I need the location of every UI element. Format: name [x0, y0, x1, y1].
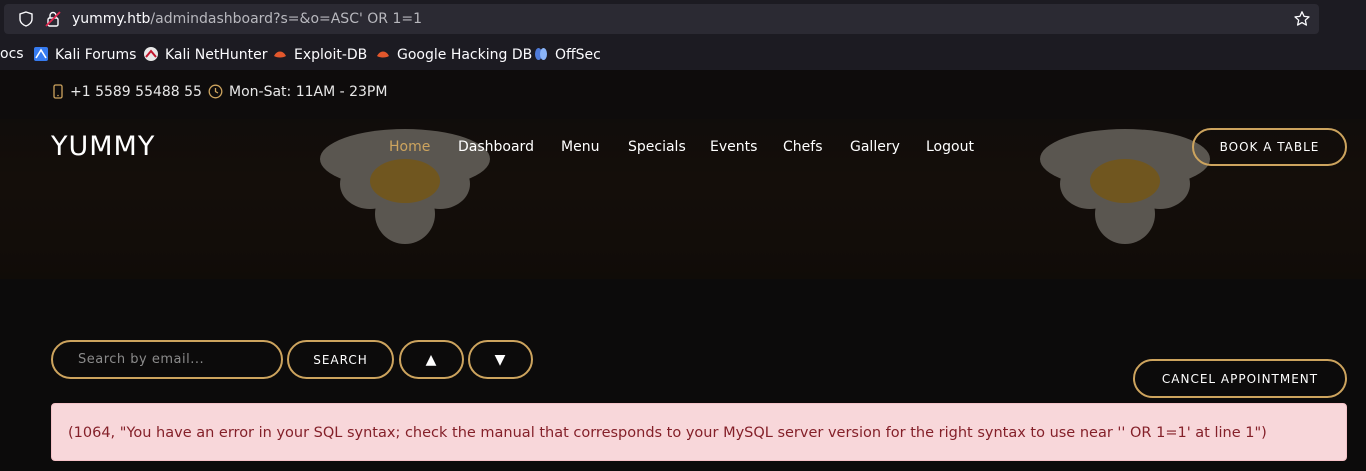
top-info-bar: +1 5589 55488 55 Mon-Sat: 11AM - 23PM [0, 70, 1366, 119]
bookmark-label: Kali NetHunter [165, 47, 268, 63]
nav-home[interactable]: Home [389, 139, 430, 155]
site-logo[interactable]: YUMMY [51, 131, 155, 162]
bookmark-offsec[interactable]: OffSec [533, 46, 601, 63]
bookmark-kali-nethunter[interactable]: Kali NetHunter [143, 46, 267, 63]
kali-forums-icon [34, 47, 48, 61]
sort-descending-button[interactable]: ▼ [468, 340, 533, 379]
exploit-db-icon [274, 51, 286, 58]
bookmark-label: OffSec [555, 47, 601, 63]
address-bar[interactable]: yummy.htb/admindashboard?s=&o=ASC' OR 1=… [4, 4, 1319, 34]
nav-gallery[interactable]: Gallery [850, 139, 900, 155]
sort-ascending-button[interactable]: ▲ [399, 340, 464, 379]
nethunter-icon [144, 47, 158, 61]
url-text[interactable]: yummy.htb/admindashboard?s=&o=ASC' OR 1=… [72, 10, 422, 28]
nav-menu[interactable]: Menu [561, 139, 599, 155]
bookmarks-bar: ocs Kali Forums Kali NetHunter Exploit-D… [0, 38, 1366, 70]
nav-specials[interactable]: Specials [628, 139, 686, 155]
bookmark-star-icon[interactable] [1293, 10, 1311, 28]
insecure-lock-icon[interactable] [44, 10, 62, 28]
url-path: /admindashboard?s=&o=ASC' OR 1=1 [150, 11, 423, 27]
bookmark-label: Google Hacking DB [397, 47, 533, 63]
hours-info: Mon-Sat: 11AM - 23PM [208, 84, 387, 100]
nav-events[interactable]: Events [710, 139, 757, 155]
bookmark-kali-forums[interactable]: Kali Forums [33, 46, 136, 63]
bookmark-label: Exploit-DB [294, 47, 368, 63]
bookmark-exploit-db[interactable]: Exploit-DB [272, 46, 367, 63]
phone-number: +1 5589 55488 55 [70, 84, 202, 100]
url-host: yummy.htb [72, 11, 151, 27]
search-email-input[interactable] [51, 340, 283, 379]
bookmark-docs[interactable]: ocs [0, 46, 24, 62]
book-a-table-button[interactable]: BOOK A TABLE [1192, 128, 1347, 166]
phone-info: +1 5589 55488 55 [52, 84, 202, 100]
bookmark-label: ocs [0, 46, 24, 62]
nav-dashboard[interactable]: Dashboard [458, 139, 534, 155]
error-message: (1064, "You have an error in your SQL sy… [68, 425, 1267, 441]
browser-toolbar: yummy.htb/admindashboard?s=&o=ASC' OR 1=… [0, 0, 1366, 38]
shield-icon[interactable] [18, 11, 34, 27]
ghdb-icon [377, 51, 389, 58]
bookmark-label: Kali Forums [55, 47, 137, 63]
nav-chefs[interactable]: Chefs [783, 139, 822, 155]
opening-hours: Mon-Sat: 11AM - 23PM [229, 84, 388, 100]
cancel-appointment-button[interactable]: CANCEL APPOINTMENT [1133, 359, 1347, 398]
sql-error-alert: (1064, "You have an error in your SQL sy… [51, 403, 1347, 461]
search-button[interactable]: SEARCH [287, 340, 394, 379]
phone-icon [53, 84, 63, 99]
nav-logout[interactable]: Logout [926, 139, 974, 155]
offsec-icon [535, 48, 547, 60]
bookmark-google-hacking-db[interactable]: Google Hacking DB [375, 46, 532, 63]
clock-icon [208, 84, 223, 99]
